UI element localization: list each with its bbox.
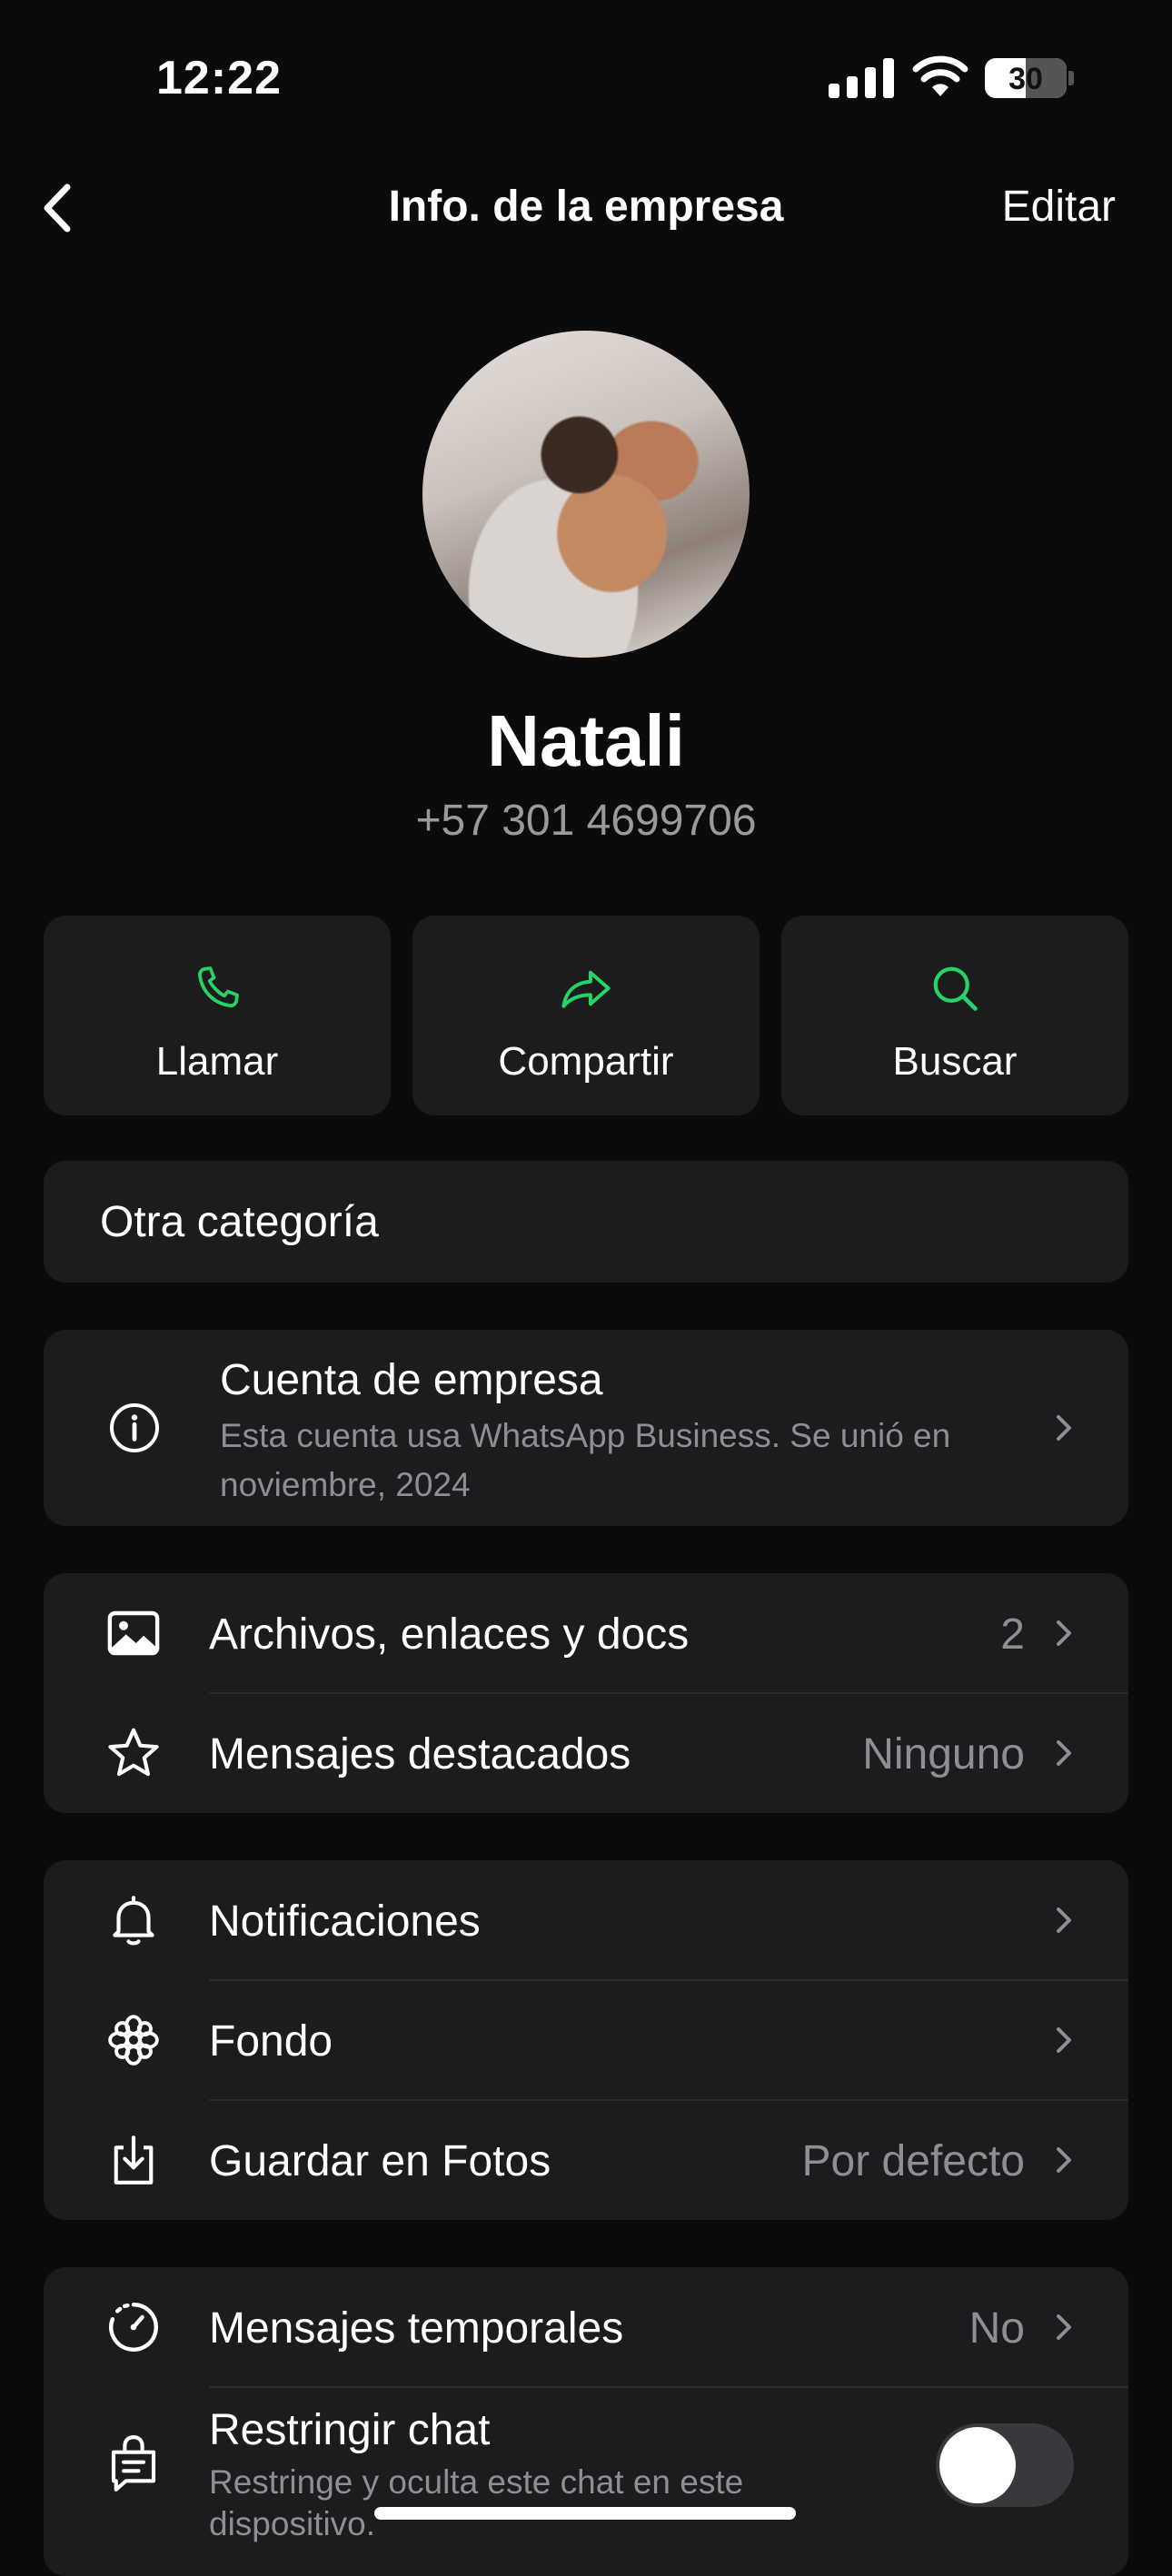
contact-name: Natali [487, 700, 685, 781]
save-to-photos-row[interactable]: Guardar en Fotos Por defecto [44, 2100, 1128, 2220]
call-label: Llamar [155, 1039, 279, 1084]
navigation-bar: Info. de la empresa Editar [0, 163, 1172, 254]
page-title: Info. de la empresa [388, 183, 784, 231]
business-account-card[interactable]: Cuenta de empresa Esta cuenta usa WhatsA… [44, 1330, 1128, 1526]
info-icon [110, 1403, 159, 1452]
bell-icon [113, 1896, 154, 1946]
disappearing-messages-row[interactable]: Mensajes temporales No [44, 2267, 1128, 2387]
chevron-right-icon [1057, 1740, 1071, 1766]
share-label: Compartir [498, 1039, 674, 1084]
save-to-photos-label: Guardar en Fotos [209, 2137, 551, 2185]
flower-icon [108, 2015, 159, 2066]
business-category: Otra categoría [100, 1198, 379, 1246]
lock-chat-toggle[interactable] [936, 2423, 1074, 2507]
toggle-knob [939, 2427, 1016, 2503]
share-icon [561, 970, 611, 1008]
wallpaper-row[interactable]: Fondo [44, 1980, 1128, 2100]
chevron-right-icon [1057, 2314, 1071, 2340]
notifications-label: Notificaciones [209, 1897, 481, 1946]
profile-avatar[interactable] [422, 331, 750, 658]
starred-value: Ninguno [862, 1730, 1025, 1778]
lock-chat-desc-line2: dispositivo. [209, 2505, 376, 2542]
lock-chat-desc-line1: Restringe y oculta este chat en este [209, 2463, 744, 2501]
star-icon [108, 1728, 159, 1777]
battery-nub [1068, 71, 1074, 85]
wifi-icon [912, 55, 968, 96]
search-button[interactable]: Buscar [781, 916, 1128, 1115]
chevron-right-icon [1057, 1415, 1071, 1441]
cellular-signal-icon [829, 58, 894, 98]
chat-lock-icon [111, 2435, 156, 2492]
starred-label: Mensajes destacados [209, 1730, 631, 1778]
chevron-right-icon [1057, 1620, 1071, 1646]
starred-messages-row[interactable]: Mensajes destacados Ninguno [44, 1693, 1128, 1813]
action-buttons: Llamar Compartir Buscar [44, 916, 1128, 1115]
disappearing-messages-label: Mensajes temporales [209, 2304, 624, 2353]
battery-level: 30 [1008, 62, 1043, 96]
edit-button[interactable]: Editar [1002, 182, 1116, 232]
chevron-right-icon [1057, 1907, 1071, 1933]
status-bar: 12:22 30 [0, 0, 1172, 154]
privacy-section: Mensajes temporales No Restringir chat R… [44, 2267, 1128, 2576]
business-account-desc-line2: noviembre, 2024 [220, 1466, 471, 1503]
download-icon [114, 2135, 154, 2185]
status-time: 12:22 [156, 52, 282, 104]
search-label: Buscar [892, 1039, 1018, 1084]
wallpaper-label: Fondo [209, 2017, 333, 2066]
disappearing-messages-value: No [968, 2304, 1025, 2353]
business-account-desc-line1: Esta cuenta usa WhatsApp Business. Se un… [220, 1417, 951, 1454]
save-to-photos-value: Por defecto [801, 2137, 1025, 2185]
business-account-title: Cuenta de empresa [220, 1356, 603, 1404]
files-label: Archivos, enlaces y docs [209, 1610, 690, 1659]
files-count: 2 [1000, 1610, 1025, 1659]
media-section: Archivos, enlaces y docs 2 Mensajes dest… [44, 1573, 1128, 1813]
chevron-right-icon [1057, 2027, 1071, 2053]
settings-section: Notificaciones Fondo Guardar en Fotos Po… [44, 1860, 1128, 2220]
chevron-right-icon [1057, 2147, 1071, 2173]
files-links-docs-row[interactable]: Archivos, enlaces y docs 2 [44, 1573, 1128, 1693]
contact-phone: +57 301 4699706 [415, 797, 757, 845]
call-button[interactable]: Llamar [44, 916, 391, 1115]
lock-chat-row: Restringir chat Restringe y oculta este … [44, 2387, 1128, 2569]
share-button[interactable]: Compartir [412, 916, 760, 1115]
phone-icon [198, 966, 239, 1007]
battery-indicator: 30 [985, 58, 1067, 98]
notifications-row[interactable]: Notificaciones [44, 1860, 1128, 1980]
home-indicator [374, 2507, 796, 2520]
search-icon [933, 966, 978, 1011]
timer-icon [109, 2303, 158, 2352]
photo-icon [107, 1610, 160, 1656]
category-card: Otra categoría [44, 1161, 1128, 1283]
lock-chat-label: Restringir chat [209, 2406, 491, 2454]
